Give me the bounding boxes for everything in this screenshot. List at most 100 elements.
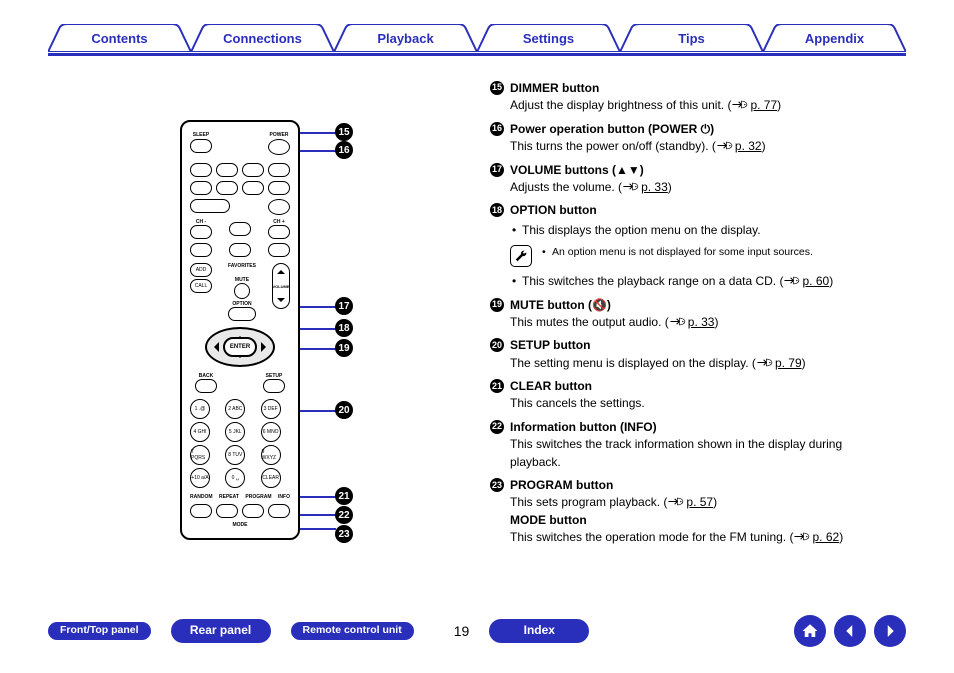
random-button — [190, 504, 212, 518]
item-clear: 21 CLEAR button This cancels the setting… — [490, 378, 894, 413]
wrench-icon — [510, 245, 532, 267]
num-9: 9 WXYZ — [261, 445, 281, 465]
item-descr: This turns the power on/off (standby). — [510, 139, 709, 153]
item-dimmer: 15 DIMMER button Adjust the display brig… — [490, 80, 894, 115]
stop-button — [229, 243, 251, 257]
power-label: POWER — [270, 132, 289, 138]
page-link[interactable]: p. 79 — [775, 356, 802, 370]
clear-button: CLEAR — [261, 468, 281, 488]
add-button: ADD — [190, 263, 212, 277]
next-icon[interactable] — [874, 615, 906, 647]
rear-panel-button[interactable]: Rear panel — [171, 619, 271, 642]
top-nav: Contents Connections Playback Settings T… — [48, 24, 906, 56]
item-number: 19 — [490, 298, 504, 312]
back-button — [195, 379, 217, 393]
tab-contents[interactable]: Contents — [48, 24, 191, 52]
num-5: 5 JKL — [225, 422, 245, 442]
tab-settings[interactable]: Settings — [477, 24, 620, 52]
option-button — [228, 307, 256, 321]
callout-16: 16 — [335, 141, 353, 159]
info-button — [268, 504, 290, 518]
call-button: CALL — [190, 279, 212, 293]
item-number: 16 — [490, 122, 504, 136]
setup-button — [263, 379, 285, 393]
page-link[interactable]: p. 60 — [802, 274, 829, 288]
page-link[interactable]: p. 57 — [686, 495, 713, 509]
enter-button: ENTER — [223, 337, 257, 357]
prev-icon[interactable] — [834, 615, 866, 647]
item-title: DIMMER button — [510, 81, 599, 95]
item-option: 18 OPTION button This displays the optio… — [490, 202, 894, 239]
home-icon[interactable] — [794, 615, 826, 647]
description-list: 15 DIMMER button Adjust the display brig… — [490, 80, 894, 553]
bluetooth-button — [190, 199, 230, 213]
src-button — [216, 163, 238, 177]
tab-tips[interactable]: Tips — [620, 24, 763, 52]
tab-label: Connections — [191, 24, 334, 52]
program-button — [242, 504, 264, 518]
tab-appendix[interactable]: Appendix — [763, 24, 906, 52]
power-button — [268, 139, 290, 155]
remote-diagram: 15 16 17 18 19 20 21 22 23 SLEEP POWER — [180, 120, 370, 540]
src-button — [216, 181, 238, 195]
page-link[interactable]: p. 33 — [641, 180, 668, 194]
tab-label: Contents — [48, 24, 191, 52]
item-descr: This mutes the output audio. — [510, 315, 661, 329]
num-4: 4 GHI — [190, 422, 210, 442]
item-title: Power operation button (POWER ⏻) — [510, 122, 714, 136]
info-label: INFO — [278, 494, 290, 500]
item-number: 21 — [490, 379, 504, 393]
page-link[interactable]: p. 62 — [812, 530, 839, 544]
callout-19: 19 — [335, 339, 353, 357]
button-label: Front/Top panel — [60, 625, 139, 637]
item-descr: This cancels the settings. — [510, 395, 894, 412]
page-link[interactable]: p. 32 — [735, 139, 762, 153]
mode-label: MODE — [233, 522, 248, 528]
remote-unit-button[interactable]: Remote control unit — [291, 622, 414, 640]
eject-button — [268, 199, 290, 215]
num-plus10: +10 a/A — [190, 468, 210, 488]
tab-label: Playback — [334, 24, 477, 52]
item-descr: This switches the track information show… — [510, 436, 894, 471]
item-title: CLEAR button — [510, 379, 592, 393]
button-label: Remote control unit — [303, 625, 402, 637]
item-title: OPTION button — [510, 203, 597, 217]
page-link[interactable]: p. 33 — [688, 315, 715, 329]
tab-label: Tips — [620, 24, 763, 52]
item-number: 15 — [490, 81, 504, 95]
play-button — [229, 222, 251, 236]
program-label: PROGRAM — [245, 494, 271, 500]
index-button[interactable]: Index — [489, 619, 589, 642]
callout-20: 20 — [335, 401, 353, 419]
item-mute: 19 MUTE button (🔇) This mutes the output… — [490, 297, 894, 332]
page-link[interactable]: p. 77 — [750, 98, 777, 112]
callout-17: 17 — [335, 297, 353, 315]
item-descr: Adjust the display brightness of this un… — [510, 98, 724, 112]
num-7: 7 PQRS — [190, 445, 210, 465]
tab-playback[interactable]: Playback — [334, 24, 477, 52]
remote-body: SLEEP POWER CH - — [180, 120, 300, 540]
item-bullet: This displays the option menu on the dis… — [510, 222, 894, 239]
item-number: 18 — [490, 203, 504, 217]
item-title: MUTE button (🔇) — [510, 298, 611, 312]
bottom-bar: Front/Top panel Rear panel Remote contro… — [48, 611, 906, 651]
ff-button — [268, 243, 290, 257]
num-0: 0 ␣ — [225, 468, 245, 488]
tab-label: Settings — [477, 24, 620, 52]
tab-connections[interactable]: Connections — [191, 24, 334, 52]
note-box: An option menu is not displayed for some… — [510, 245, 894, 267]
item-descr: The setting menu is displayed on the dis… — [510, 356, 749, 370]
item-descr: Adjusts the volume. — [510, 180, 615, 194]
tab-label: Appendix — [763, 24, 906, 52]
item-number: 22 — [490, 420, 504, 434]
sleep-button — [190, 139, 212, 153]
num-3: 3 DEF — [261, 399, 281, 419]
ch-down-button — [190, 225, 212, 239]
random-label: RANDOM — [190, 494, 213, 500]
item-title-mode: MODE button — [510, 513, 587, 527]
item-descr: This switches the operation mode for the… — [510, 530, 786, 544]
repeat-label: REPEAT — [219, 494, 239, 500]
item-bullet: This switches the playback range on a da… — [522, 274, 776, 288]
front-panel-button[interactable]: Front/Top panel — [48, 622, 151, 640]
item-option-extra: This switches the playback range on a da… — [490, 273, 894, 290]
